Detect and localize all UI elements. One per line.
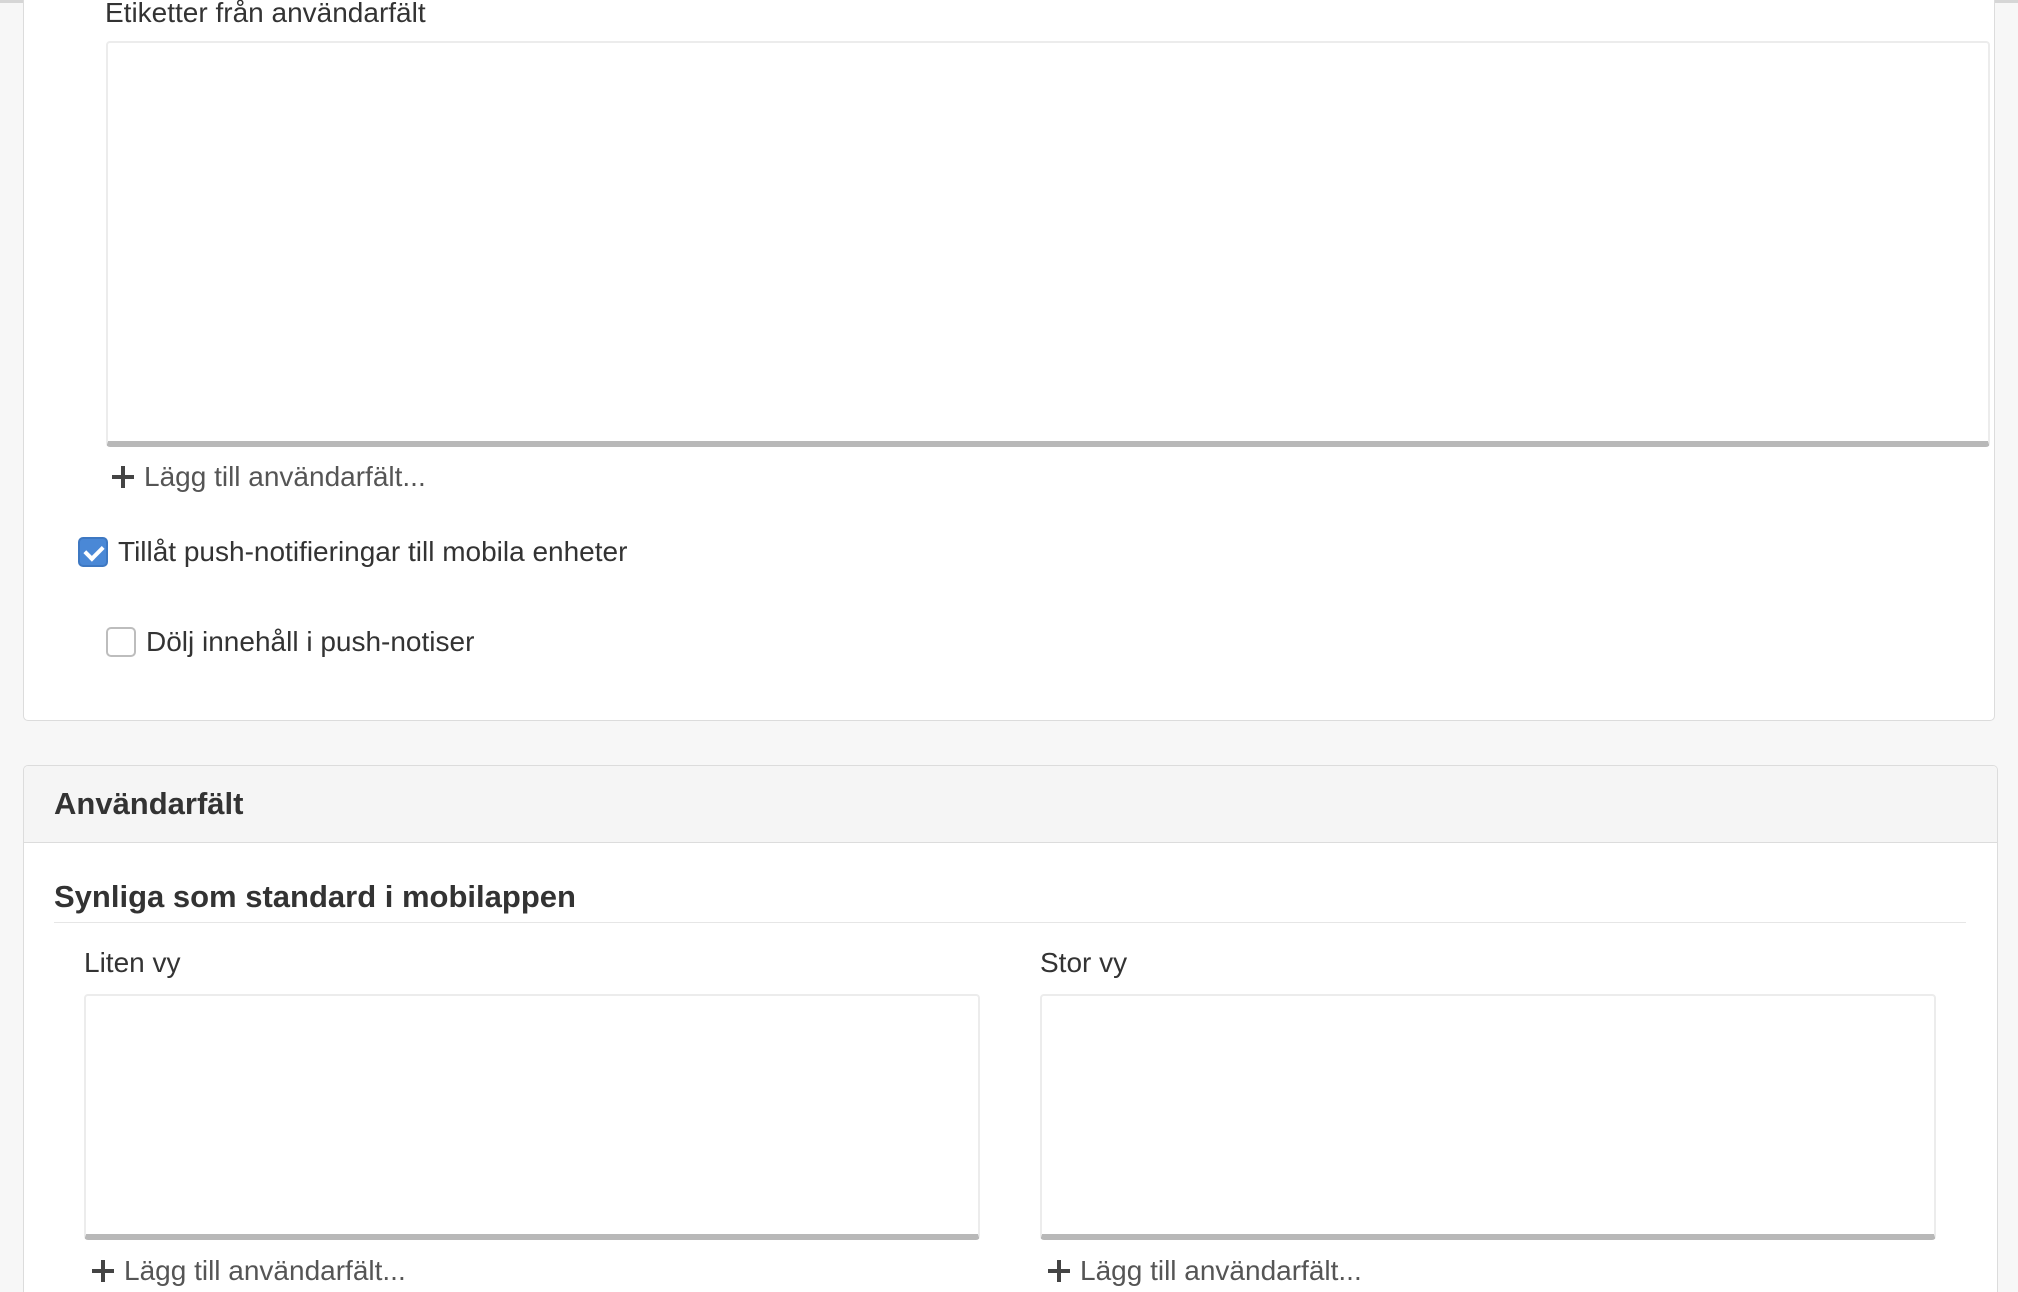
small-view-add-field-button[interactable]: Lägg till användarfält... bbox=[92, 1255, 406, 1287]
mobile-default-section-title: Synliga som standard i mobilappen bbox=[54, 879, 576, 914]
page: Etiketter från användarfält Lägg till an… bbox=[0, 0, 2018, 1292]
large-view-add-field-label: Lägg till användarfält... bbox=[1080, 1255, 1362, 1286]
small-view-field-list[interactable] bbox=[84, 994, 980, 1240]
user-fields-panel-title: Användarfält bbox=[54, 786, 244, 821]
add-user-field-label: Lägg till användarfält... bbox=[144, 461, 426, 492]
user-fields-panel-header: Användarfält bbox=[24, 766, 1997, 843]
allow-push-row[interactable]: Tillåt push-notifieringar till mobila en… bbox=[78, 536, 627, 568]
labels-field-title: Etiketter från användarfält bbox=[105, 0, 426, 28]
user-fields-panel: Användarfält Synliga som standard i mobi… bbox=[23, 765, 1998, 1292]
hide-content-row[interactable]: Dölj innehåll i push-notiser bbox=[106, 626, 474, 658]
notification-settings-panel: Etiketter från användarfält Lägg till an… bbox=[23, 0, 1995, 721]
labels-field-list[interactable] bbox=[106, 41, 1990, 447]
section-divider bbox=[54, 922, 1966, 923]
large-view-label: Stor vy bbox=[1040, 947, 1128, 978]
hide-content-label[interactable]: Dölj innehåll i push-notiser bbox=[146, 626, 474, 658]
plus-icon bbox=[92, 1260, 114, 1282]
plus-icon bbox=[112, 466, 134, 488]
plus-icon bbox=[1048, 1260, 1070, 1282]
large-view-add-field-button[interactable]: Lägg till användarfält... bbox=[1048, 1255, 1362, 1287]
small-view-label: Liten vy bbox=[84, 947, 181, 978]
allow-push-checkbox[interactable] bbox=[78, 537, 108, 567]
small-view-add-field-label: Lägg till användarfält... bbox=[124, 1255, 406, 1286]
large-view-field-list[interactable] bbox=[1040, 994, 1936, 1240]
add-user-field-button[interactable]: Lägg till användarfält... bbox=[112, 461, 426, 493]
allow-push-label[interactable]: Tillåt push-notifieringar till mobila en… bbox=[118, 536, 627, 568]
hide-content-checkbox[interactable] bbox=[106, 627, 136, 657]
